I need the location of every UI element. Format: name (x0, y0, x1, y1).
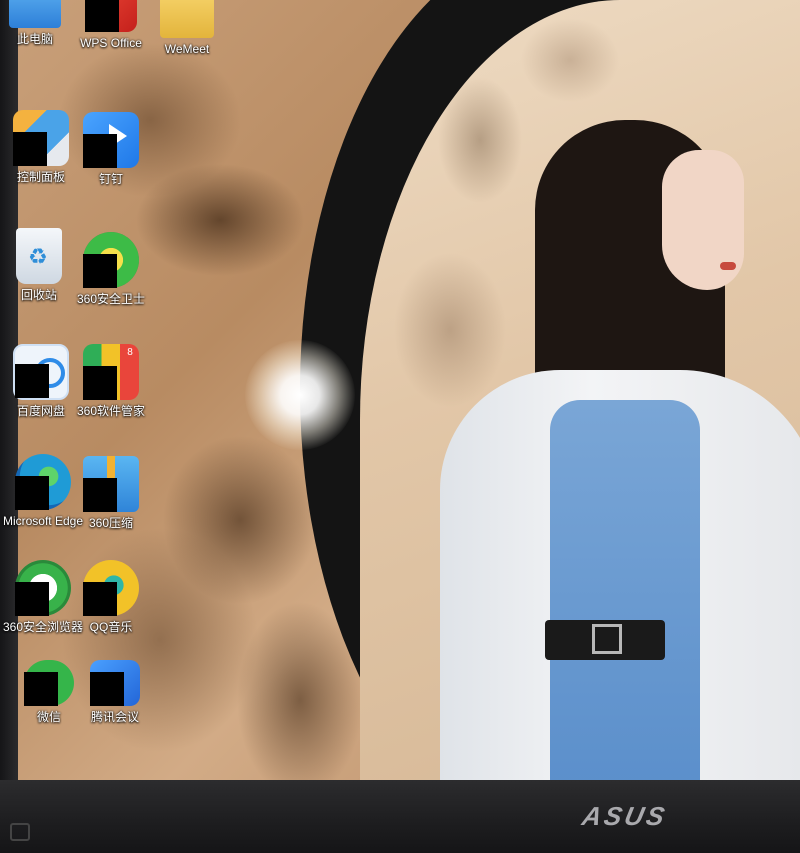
redaction-box (15, 364, 49, 398)
power-indicator (10, 823, 30, 841)
redaction-box (83, 134, 117, 168)
360-security-icon (83, 232, 139, 288)
redaction-box (85, 0, 119, 32)
redaction-box (83, 478, 117, 512)
desktop-icon-label: 腾讯会议 (90, 710, 139, 724)
notification-badge: 8 (123, 346, 137, 360)
desktop-icon-wemeet[interactable]: WeMeet (142, 0, 232, 57)
edge-icon (15, 454, 71, 510)
screen-glare (245, 340, 355, 450)
redaction-box (83, 366, 117, 400)
wechat-icon (24, 660, 74, 706)
desktop-icon-qq-music[interactable]: QQ音乐 (66, 560, 156, 635)
desktop-screen: 此电脑 控制面板 ♻ 回收站 百度网盘 Microsoft Edge 360安全… (0, 0, 800, 782)
desktop-icon-360-software[interactable]: 8 360软件管家 (66, 344, 156, 419)
wallpaper-figure-shirt (550, 400, 700, 782)
desktop-icon-tencent-meeting[interactable]: 腾讯会议 (70, 660, 160, 725)
desktop-icon-label: 钉钉 (98, 172, 123, 186)
desktop-icon-label: 360软件管家 (76, 404, 146, 418)
dingtalk-icon (83, 112, 139, 168)
wallpaper-figure-buckle (592, 624, 622, 654)
wps-icon (85, 0, 137, 32)
desktop-icon-label: QQ音乐 (89, 620, 133, 634)
qq-music-icon (83, 560, 139, 616)
desktop-icon-360-zip[interactable]: 360压缩 (66, 456, 156, 531)
redaction-box (83, 254, 117, 288)
redaction-box (24, 672, 58, 706)
360-browser-icon (15, 560, 71, 616)
brand-logo: ASUS (579, 801, 671, 831)
computer-icon (9, 0, 61, 28)
wallpaper-figure-lips (720, 262, 736, 270)
tencent-meeting-icon (90, 660, 140, 706)
360-software-icon: 8 (83, 344, 139, 400)
baidu-netdisk-icon (13, 344, 69, 400)
redaction-box (83, 582, 117, 616)
desktop-icon-label: 360安全卫士 (76, 292, 146, 306)
redaction-box (13, 132, 47, 166)
control-panel-icon (13, 110, 69, 166)
desktop-icon-360-security[interactable]: 360安全卫士 (66, 232, 156, 307)
recycle-bin-icon: ♻ (16, 228, 62, 284)
redaction-box (15, 582, 49, 616)
redaction-box (90, 672, 124, 706)
desktop-icon-label: 360压缩 (88, 516, 134, 530)
folder-icon (160, 0, 214, 38)
redaction-box (15, 476, 49, 510)
360-zip-icon (83, 456, 139, 512)
desktop-icon-dingtalk[interactable]: 钉钉 (66, 112, 156, 187)
desktop-icon-label: WeMeet (164, 42, 210, 56)
